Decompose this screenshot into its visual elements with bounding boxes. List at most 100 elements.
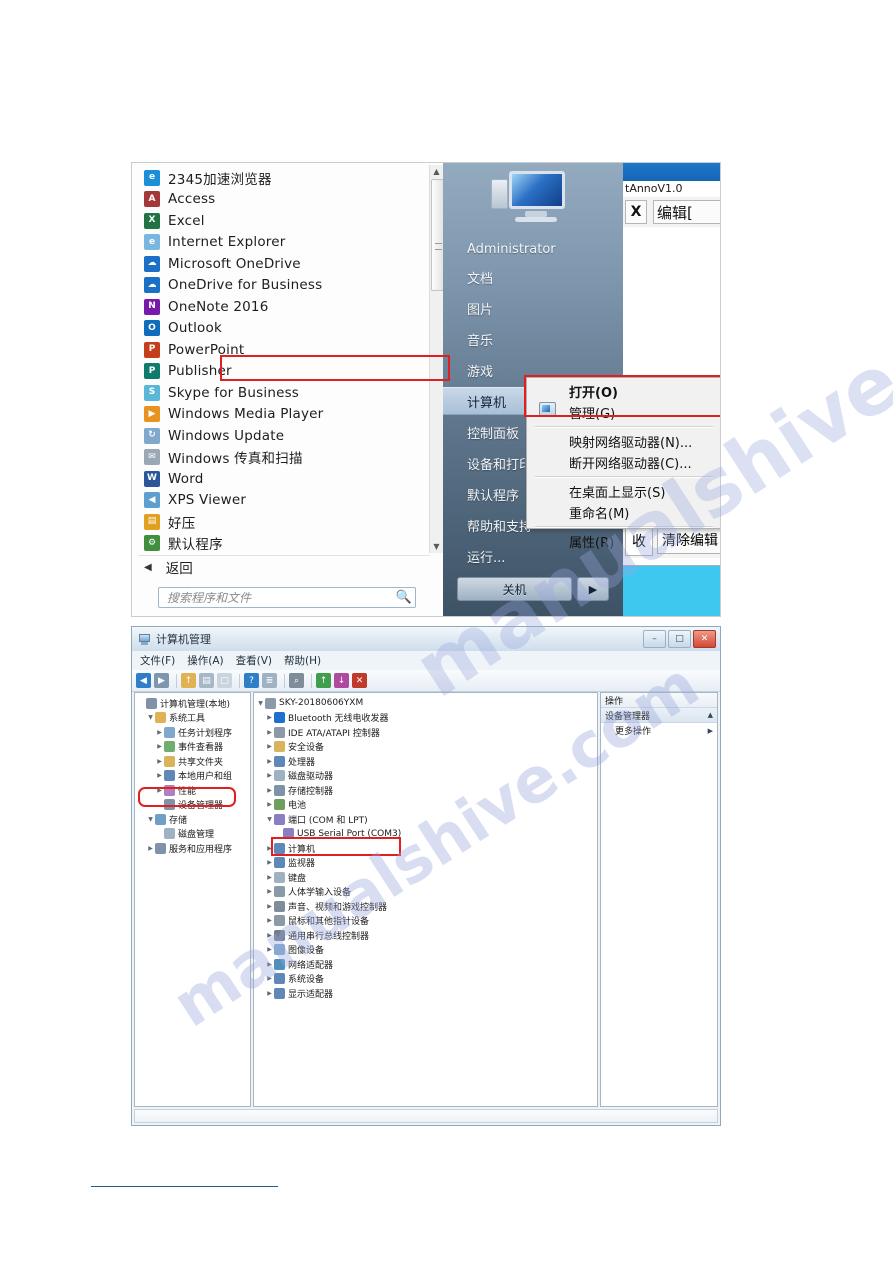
tree-item[interactable]: ▶处理器 — [254, 754, 597, 769]
tree-item[interactable]: ▶事件查看器 — [135, 740, 250, 755]
tree-item[interactable]: ▶安全设备 — [254, 740, 597, 755]
program-item[interactable]: e2345加速浏览器 — [138, 167, 428, 189]
tree-item[interactable]: ▼系统工具 — [135, 711, 250, 726]
show-hide-tree-icon[interactable]: ▤ — [199, 673, 214, 688]
more-actions-item[interactable]: 更多操作 ▶ — [601, 723, 717, 738]
expander-open-icon[interactable]: ▼ — [146, 714, 155, 721]
device-list-pane[interactable]: ▼SKY-20180606YXM▶Bluetooth 无线电收发器▶IDE AT… — [253, 692, 598, 1107]
tree-item[interactable]: ▶显示适配器 — [254, 986, 597, 1001]
program-item[interactable]: ✉Windows 传真和扫描 — [138, 447, 428, 469]
start-menu-item-3[interactable]: 音乐 — [443, 325, 623, 353]
expander-closed-icon[interactable]: ▶ — [265, 975, 274, 982]
program-item[interactable]: ↻Windows Update — [138, 425, 428, 447]
start-menu-back-button[interactable]: ◀ 返回 — [138, 555, 430, 578]
expander-closed-icon[interactable]: ▶ — [155, 743, 164, 750]
tree-item[interactable]: ▶网络适配器 — [254, 957, 597, 972]
expander-closed-icon[interactable]: ▶ — [155, 772, 164, 779]
scroll-up-icon[interactable]: ▲ — [430, 165, 443, 178]
tree-item[interactable]: ▶声音、视频和游戏控制器 — [254, 899, 597, 914]
tree-item[interactable]: ▶Bluetooth 无线电收发器 — [254, 711, 597, 726]
program-item[interactable]: ▤好压 — [138, 511, 428, 533]
program-item[interactable]: eInternet Explorer — [138, 232, 428, 254]
context-menu-item[interactable]: 断开网络驱动器(C)... — [527, 452, 721, 473]
shutdown-button[interactable]: 关机 — [457, 577, 572, 601]
tree-item[interactable]: ▶系统设备 — [254, 972, 597, 987]
context-menu-item[interactable]: 属性(R) — [527, 531, 721, 552]
expander-closed-icon[interactable]: ▶ — [265, 903, 274, 910]
start-menu-search-input[interactable]: 搜索程序和文件 🔍 — [158, 587, 416, 608]
tree-item[interactable]: ▶键盘 — [254, 870, 597, 885]
shutdown-options-arrow-icon[interactable]: ▶ — [577, 577, 609, 601]
tree-item[interactable]: ▶存储控制器 — [254, 783, 597, 798]
actions-pane-section[interactable]: 设备管理器 ▲ — [601, 708, 717, 723]
uninstall-device-icon[interactable]: ✕ — [352, 673, 367, 688]
tree-item[interactable]: ▶人体学输入设备 — [254, 885, 597, 900]
expander-closed-icon[interactable]: ▶ — [265, 859, 274, 866]
program-item[interactable]: NOneNote 2016 — [138, 296, 428, 318]
tree-item[interactable]: ▶服务和应用程序 — [135, 841, 250, 856]
expander-closed-icon[interactable]: ▶ — [265, 990, 274, 997]
expander-closed-icon[interactable]: ▶ — [265, 932, 274, 939]
program-item[interactable]: ◀XPS Viewer — [138, 490, 428, 512]
tree-item[interactable]: ▶监视器 — [254, 856, 597, 871]
expander-closed-icon[interactable]: ▶ — [155, 729, 164, 736]
expander-closed-icon[interactable]: ▶ — [265, 714, 274, 721]
tree-item[interactable]: ▼SKY-20180606YXM — [254, 696, 597, 711]
properties-icon[interactable]: □ — [217, 673, 232, 688]
tree-item[interactable]: ▼存储 — [135, 812, 250, 827]
tree-item[interactable]: 磁盘管理 — [135, 827, 250, 842]
context-menu-item[interactable]: 映射网络驱动器(N)... — [527, 431, 721, 452]
up-folder-icon[interactable]: ↑ — [181, 673, 196, 688]
tree-item[interactable]: ▶通用串行总线控制器 — [254, 928, 597, 943]
expander-closed-icon[interactable]: ▶ — [146, 845, 155, 852]
program-item[interactable]: OOutlook — [138, 318, 428, 340]
tree-item[interactable]: ▼端口 (COM 和 LPT) — [254, 812, 597, 827]
expander-closed-icon[interactable]: ▶ — [265, 743, 274, 750]
console-tree-pane[interactable]: 计算机管理(本地)▼系统工具▶任务计划程序▶事件查看器▶共享文件夹▶本地用户和组… — [134, 692, 251, 1107]
menu-item-2[interactable]: 操作(A) — [187, 653, 223, 668]
menu-item-3[interactable]: 查看(V) — [236, 653, 272, 668]
chevron-up-icon[interactable]: ▲ — [708, 711, 713, 719]
expander-closed-icon[interactable]: ▶ — [265, 729, 274, 736]
expander-closed-icon[interactable]: ▶ — [265, 917, 274, 924]
tree-item[interactable]: ▶任务计划程序 — [135, 725, 250, 740]
expander-closed-icon[interactable]: ▶ — [265, 874, 274, 881]
program-item[interactable]: SSkype for Business — [138, 382, 428, 404]
program-item[interactable]: AAccess — [138, 189, 428, 211]
expander-closed-icon[interactable]: ▶ — [265, 961, 274, 968]
expander-closed-icon[interactable]: ▶ — [155, 758, 164, 765]
tree-item[interactable]: 计算机管理(本地) — [135, 696, 250, 711]
tree-item[interactable]: ▶磁盘驱动器 — [254, 769, 597, 784]
expander-open-icon[interactable]: ▼ — [256, 700, 265, 707]
context-menu-item[interactable]: 在桌面上显示(S) — [527, 481, 721, 502]
expander-closed-icon[interactable]: ▶ — [265, 772, 274, 779]
program-item[interactable]: ☁OneDrive for Business — [138, 275, 428, 297]
back-arrow-icon[interactable]: ◀ — [136, 673, 151, 688]
maximize-button[interactable]: □ — [668, 630, 691, 648]
background-app-x-button[interactable]: X — [625, 200, 647, 224]
list-view-icon[interactable]: ≣ — [262, 673, 277, 688]
chevron-right-icon[interactable]: ▶ — [708, 727, 713, 735]
update-driver-icon[interactable]: ↑ — [316, 673, 331, 688]
scan-hardware-icon[interactable]: ⌕ — [289, 673, 304, 688]
tree-item[interactable]: ▶IDE ATA/ATAPI 控制器 — [254, 725, 597, 740]
menu-item-1[interactable]: 文件(F) — [140, 653, 175, 668]
tree-item[interactable]: ▶电池 — [254, 798, 597, 813]
program-item[interactable]: ⚙默认程序 — [138, 533, 428, 553]
expander-closed-icon[interactable]: ▶ — [265, 787, 274, 794]
help-icon[interactable]: ? — [244, 673, 259, 688]
background-app-edit-button[interactable]: 编辑[ — [653, 200, 721, 224]
scroll-down-icon[interactable]: ▼ — [430, 540, 443, 553]
program-item[interactable]: WWord — [138, 468, 428, 490]
start-menu-item-2[interactable]: 图片 — [443, 294, 623, 322]
close-button[interactable]: ✕ — [693, 630, 716, 648]
start-menu-item-1[interactable]: 文档 — [443, 263, 623, 291]
program-item[interactable]: ☁Microsoft OneDrive — [138, 253, 428, 275]
expander-closed-icon[interactable]: ▶ — [265, 758, 274, 765]
expander-closed-icon[interactable]: ▶ — [265, 888, 274, 895]
actions-pane[interactable]: 操作 设备管理器 ▲ 更多操作 ▶ — [600, 692, 718, 1107]
expander-open-icon[interactable]: ▼ — [265, 816, 274, 823]
program-item[interactable]: ▶Windows Media Player — [138, 404, 428, 426]
expander-closed-icon[interactable]: ▶ — [265, 801, 274, 808]
tree-item[interactable]: ▶本地用户和组 — [135, 769, 250, 784]
